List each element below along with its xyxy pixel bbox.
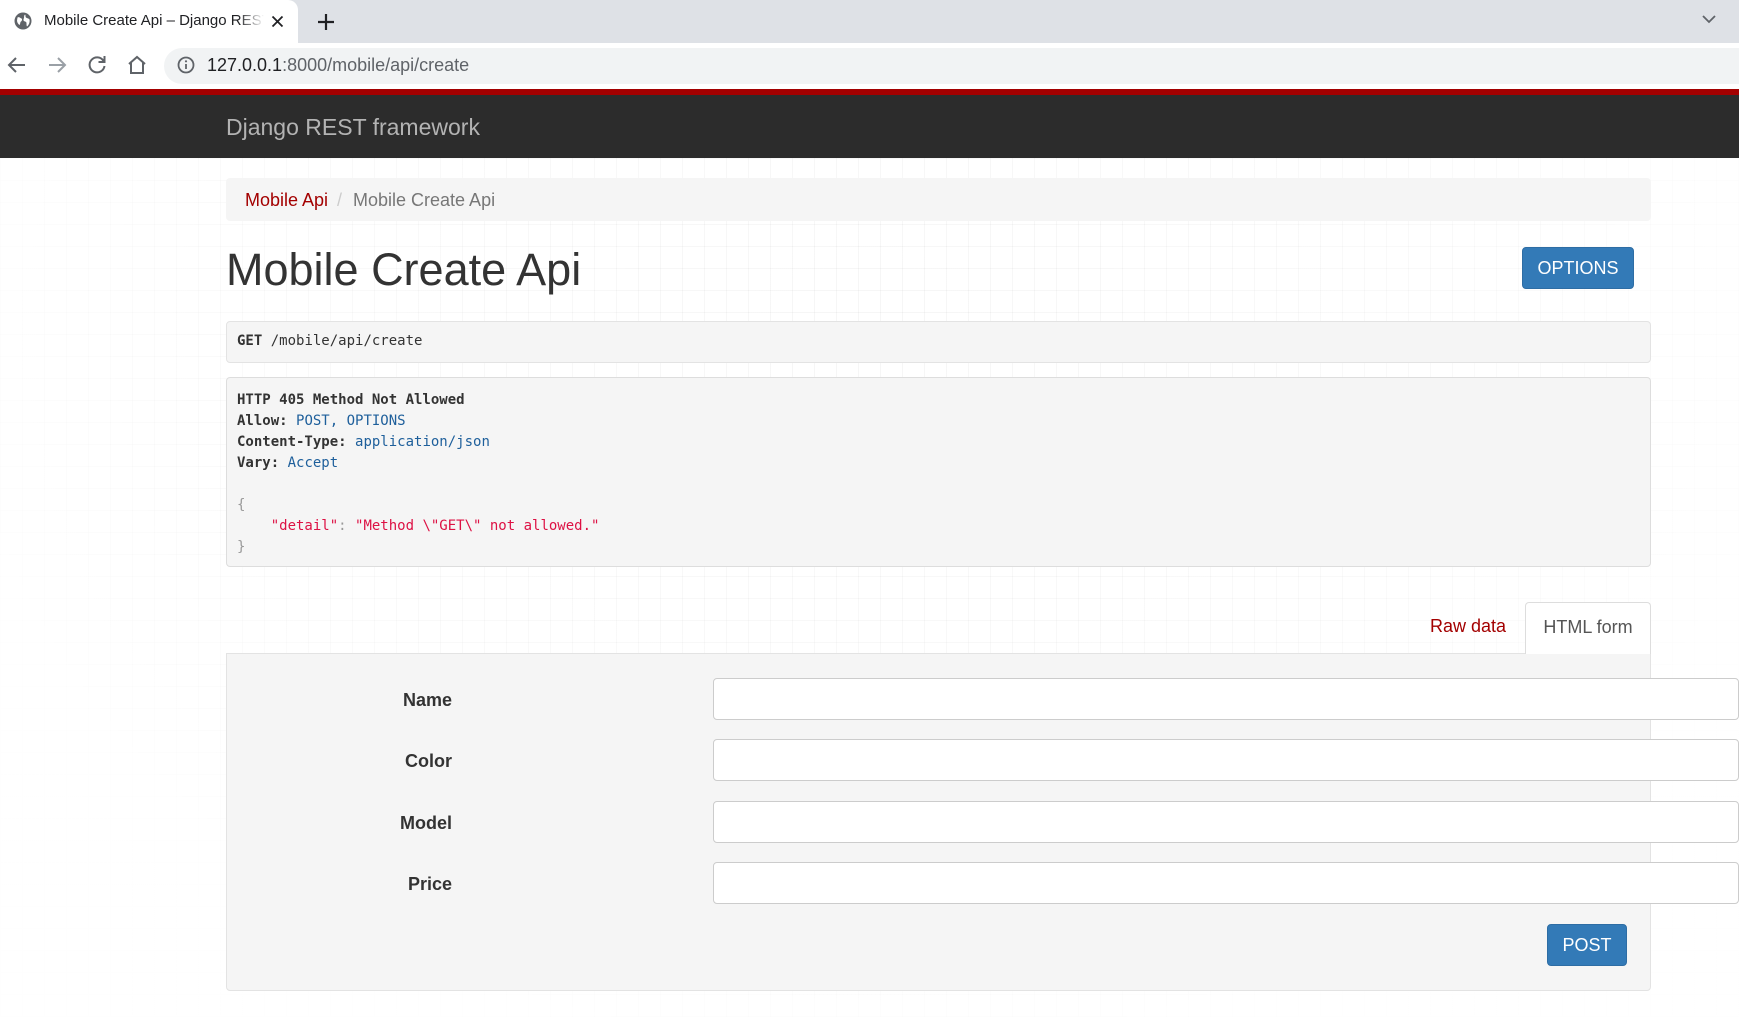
options-button[interactable]: OPTIONS [1522,247,1634,289]
name-input[interactable] [713,678,1739,720]
response-info: HTTP 405 Method Not Allowed Allow: POST,… [226,377,1651,567]
response-status: HTTP 405 Method Not Allowed [237,392,465,408]
color-input[interactable] [713,739,1739,781]
response-body-value: "Method \"GET\" not allowed." [355,518,600,534]
breadcrumb-active: Mobile Create Api [353,190,496,210]
response-header-row: Vary: Accept [237,453,1650,474]
field-label-color: Color [405,751,452,771]
page-title: Mobile Create Api [226,244,582,295]
breadcrumb-separator: / [337,190,343,210]
post-button[interactable]: POST [1547,924,1627,966]
html-form-panel: Name Color Model Price [226,653,1739,991]
tab-raw-data[interactable]: Raw data [1430,616,1506,637]
response-header-row: Allow: POST, OPTIONS [237,411,1650,432]
response-header-row: Content-Type: application/json [237,432,1650,453]
breadcrumb: Mobile Api / Mobile Create Api [226,178,1651,221]
content: Mobile Api / Mobile Create Api OPTIONS M… [0,0,1739,1017]
response-header-value: application/json [355,434,490,450]
price-input[interactable] [713,862,1739,904]
response-header-value: POST, OPTIONS [296,413,406,429]
field-label-price: Price [407,874,452,894]
response-spacer [237,474,1650,495]
model-input[interactable] [713,801,1739,843]
response-header-value: Accept [287,455,339,471]
breadcrumb-link-mobile-api[interactable]: Mobile Api [245,190,328,211]
field-label-model: Model [400,813,452,833]
response-body-colon: : [338,518,356,534]
tab-html-form[interactable]: HTML form [1525,602,1651,654]
request-method: GET [237,333,263,349]
field-label-name: Name [402,690,452,710]
response-header-key: Allow: [237,413,288,429]
response-body-close: } [237,539,246,555]
response-body-line: "detail": "Method \"GET\" not allowed." [237,516,1650,537]
response-header-key: Content-Type: [237,434,347,450]
response-header-key: Vary: [237,455,280,471]
response-body-key: "detail" [270,518,339,534]
request-path: /mobile/api/create [270,333,423,349]
request-info: GET /mobile/api/create [226,321,1651,363]
response-body-open: { [237,497,246,513]
